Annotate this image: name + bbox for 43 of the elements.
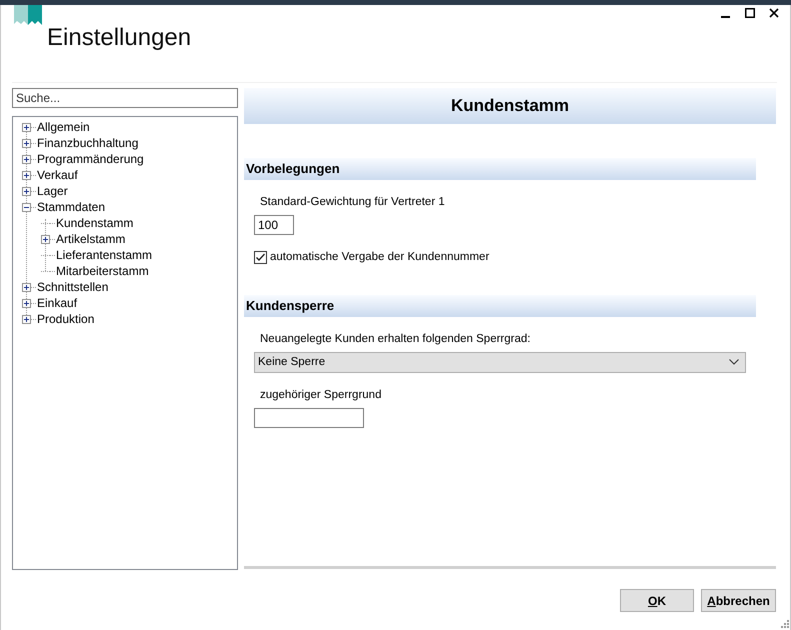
tree-item[interactable]: Allgemein (36, 118, 90, 136)
tree-item[interactable]: Einkauf (36, 294, 78, 312)
expand-icon[interactable] (22, 122, 31, 132)
text-field[interactable]: 100 (254, 215, 294, 236)
tree-item[interactable]: Stammdaten (36, 198, 106, 216)
tree-item[interactable]: Artikelstamm (55, 230, 126, 248)
dropdown[interactable]: Keine Sperre (254, 352, 746, 373)
expand-icon[interactable] (22, 314, 31, 324)
tree-item[interactable]: Schnittstellen (36, 278, 108, 296)
tree-item[interactable]: Finanzbuchhaltung (36, 134, 138, 152)
panel-header: Kundenstamm (244, 88, 776, 124)
tree-item[interactable]: Mitarbeiterstamm (55, 262, 149, 280)
expand-icon[interactable] (41, 234, 50, 244)
collapse-icon[interactable] (22, 202, 31, 212)
tree-item[interactable]: Lager (36, 182, 68, 200)
window-title: Einstellungen (47, 23, 192, 53)
field-label: Neuangelegte Kunden erhalten folgenden Sperrgrad: (259, 332, 532, 346)
expand-icon[interactable] (22, 298, 31, 308)
text-field[interactable] (254, 408, 364, 428)
expand-icon[interactable] (22, 154, 31, 164)
resize-grip-icon[interactable] (781, 620, 789, 628)
tree-item[interactable]: Programmänderung (36, 150, 144, 168)
search-field[interactable]: Suche... (12, 88, 238, 108)
close-icon[interactable] (769, 8, 779, 18)
chevron-down-icon (729, 359, 739, 366)
bookmark-icon (14, 5, 42, 26)
expand-icon[interactable] (22, 138, 31, 148)
tree-item[interactable]: Produktion (36, 310, 94, 328)
tree-item[interactable]: Kundenstamm (55, 214, 134, 232)
dialog-button[interactable]: OK (620, 589, 694, 612)
section-header: Kundensperre (244, 294, 756, 316)
dialog-button[interactable]: Abbrechen (701, 589, 776, 612)
section-header: Vorbelegungen (244, 158, 756, 180)
maximize-icon[interactable] (745, 8, 755, 18)
checkbox[interactable] (254, 251, 267, 264)
field-label: zugehöriger Sperrgrund (259, 388, 382, 403)
expand-icon[interactable] (22, 186, 31, 196)
checkbox-label: automatische Vergabe der Kundennummer (270, 250, 490, 266)
expand-icon[interactable] (22, 170, 31, 180)
tree-item[interactable]: Verkauf (36, 166, 78, 184)
field-label: Standard-Gewichtung für Vertreter 1 (259, 195, 446, 210)
expand-icon[interactable] (22, 282, 31, 292)
tree-item[interactable]: Lieferantenstamm (55, 246, 152, 264)
